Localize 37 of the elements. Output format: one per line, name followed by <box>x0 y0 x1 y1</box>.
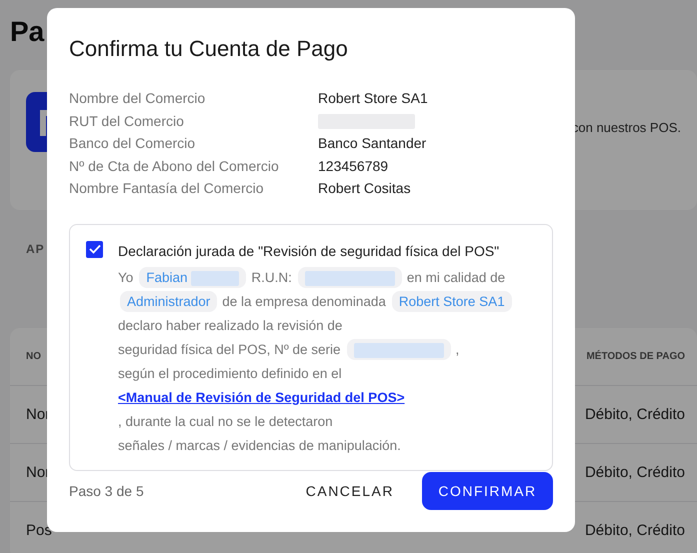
table-cell: Débito, Crédito <box>584 464 685 481</box>
declaration-text: según el procedimiento definido en el <box>118 364 342 383</box>
declaration-text: de la empresa denominada <box>222 292 386 311</box>
manual-link[interactable]: <Manual de Revisión de Seguridad del POS> <box>118 388 405 408</box>
filled-value: Administrador <box>120 290 218 312</box>
filled-value: Robert Store SA1 <box>392 290 512 312</box>
declaration-text: R.U.N: <box>251 268 292 287</box>
detail-label: Banco del Comercio <box>69 134 196 154</box>
filled-value: Fabian <box>139 266 246 288</box>
declaration-text: en mi calidad de <box>406 268 506 287</box>
detail-label: Nombre Fantasía del Comercio <box>69 179 265 198</box>
dialog-title: Confirma tu Cuenta de Pago <box>69 36 349 62</box>
step-indicator: Paso 3 de 5 <box>69 483 145 499</box>
table-cell: Débito, Crédito <box>584 406 685 423</box>
page-title: Pa <box>10 15 44 49</box>
detail-label: RUT del Comercio <box>69 112 185 131</box>
section-label: AP <box>26 242 45 256</box>
detail-value: Robert Store SA1 <box>318 89 429 108</box>
declaration-text: , durante la cual no se le detectaron <box>118 412 333 431</box>
column-header: NO <box>26 351 41 362</box>
detail-value: Robert Cositas <box>318 179 412 198</box>
declaration-text: Yo <box>118 268 134 287</box>
declaration-text: señales / marcas / evidencias de manipulación. <box>118 436 401 455</box>
declaration-text: declaro haber realizado la revisión de <box>118 316 342 335</box>
detail-label: Nº de Cta de Abono del Comercio <box>69 156 280 176</box>
table-cell: Débito, Crédito <box>584 522 685 539</box>
declaration-heading: Declaración jurada de "Revisión de seguridad física del POS" <box>118 242 500 261</box>
checkbox[interactable] <box>86 240 103 258</box>
detail-value: 123456789 <box>318 156 390 176</box>
declaration-text: , <box>456 340 460 359</box>
declaration-text: seguridad física del POS, Nº de serie <box>118 340 341 359</box>
confirm-button[interactable]: CONFIRMAR <box>422 472 553 510</box>
detail-value: Banco Santander <box>318 134 428 154</box>
table-cell: Pos <box>26 522 52 539</box>
cancel-button[interactable]: CANCELAR <box>288 473 412 509</box>
column-header: MÉTODOS DE PAGO <box>586 351 685 362</box>
detail-label: Nombre del Comercio <box>69 89 206 108</box>
